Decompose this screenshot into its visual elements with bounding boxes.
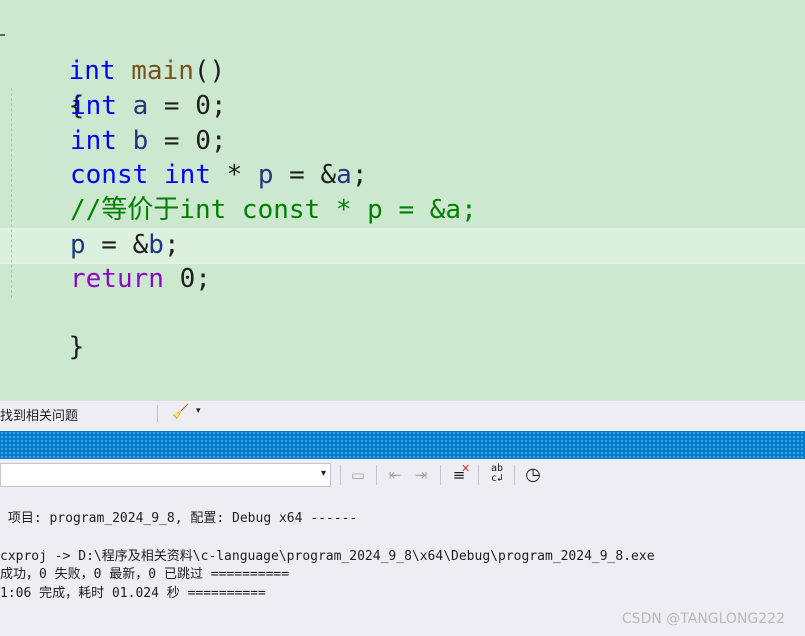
code-line-4[interactable]: int b = 0; — [6, 124, 227, 158]
separator — [157, 405, 158, 422]
output-line: 项目: program_2024_9_8, 配置: Debug x64 ----… — [0, 511, 358, 526]
keyword: int — [163, 160, 211, 190]
comment: //等价于int const * p = &a; — [70, 195, 477, 225]
output-line: 成功，0 失败，0 最新，0 已跳过 ========== — [0, 567, 290, 582]
semicolon: ; — [351, 160, 368, 190]
output-source-dropdown[interactable]: ▾ — [0, 463, 331, 487]
output-line: 1:06 完成，耗时 01.024 秒 ========== — [0, 586, 266, 601]
output-panel-titlebar[interactable] — [0, 431, 805, 459]
output-pane[interactable]: 项目: program_2024_9_8, 配置: Debug x64 ----… — [0, 491, 805, 636]
code-line-8[interactable]: return 0; — [6, 262, 211, 296]
output-line: cxproj -> D:\程序及相关资料\c-language\program_… — [0, 549, 655, 564]
code-line-3[interactable]: int a = 0; — [6, 89, 227, 123]
variable: p — [70, 230, 86, 260]
operator: = & — [85, 230, 149, 260]
separator — [340, 465, 341, 485]
variable: p — [257, 160, 274, 190]
code-line-1[interactable]: int main() — [6, 20, 226, 86]
issues-status[interactable]: 找到相关问题 — [0, 405, 78, 424]
code-rest: 0; — [163, 264, 211, 294]
keyword: const — [70, 160, 149, 190]
output-toolbar: ▾ ▭ ⇤ ⇥ ≡ ✕ ab c↲ ◷ — [0, 459, 805, 491]
code-line-2[interactable]: { — [6, 55, 85, 121]
separator — [478, 465, 479, 485]
separator — [440, 465, 441, 485]
outline-collapse-marker[interactable] — [0, 34, 5, 36]
variable: b — [148, 230, 164, 260]
chevron-down-icon[interactable]: ▾ — [196, 406, 201, 416]
keyword: int — [70, 91, 117, 121]
semicolon: ; — [163, 230, 180, 260]
operator: = & — [273, 160, 337, 190]
punctuation: () — [193, 56, 226, 86]
operator: * — [210, 160, 258, 190]
code-editor[interactable]: int main() { int a = 0; int b = 0; const… — [0, 0, 805, 400]
code-line-6[interactable]: //等价于int const * p = &a; — [6, 193, 477, 227]
code-line-7[interactable]: p = &b; — [6, 228, 180, 262]
keyword: int — [70, 126, 117, 156]
clock-icon[interactable]: ◷ — [522, 464, 544, 486]
separator — [376, 465, 377, 485]
next-message-icon[interactable]: ⇥ — [410, 464, 432, 486]
code-rest: = 0; — [148, 91, 227, 121]
keyword-return: return — [70, 264, 164, 294]
clear-all-icon[interactable]: ≡ ✕ — [448, 462, 471, 486]
function-name: main — [131, 56, 194, 86]
code-rest: = 0; — [148, 126, 227, 156]
variable: b — [132, 126, 149, 156]
close-brace: } — [68, 332, 85, 362]
editor-status-strip: 找到相关问题 🧹 ▾ — [0, 400, 805, 426]
broom-icon[interactable]: 🧹 — [172, 404, 189, 420]
code-line-5[interactable]: const int * p = &a; — [6, 158, 367, 192]
find-message-in-code-icon[interactable]: ▭ — [347, 464, 369, 486]
chevron-down-icon: ▾ — [320, 468, 326, 479]
code-line-9[interactable]: } — [6, 296, 85, 362]
word-wrap-icon[interactable]: ab c↲ — [486, 464, 508, 486]
previous-message-icon[interactable]: ⇤ — [384, 464, 406, 486]
variable: a — [336, 160, 352, 190]
separator — [514, 465, 515, 485]
watermark: CSDN @TANGLONG222 — [621, 611, 785, 627]
variable: a — [132, 91, 149, 121]
